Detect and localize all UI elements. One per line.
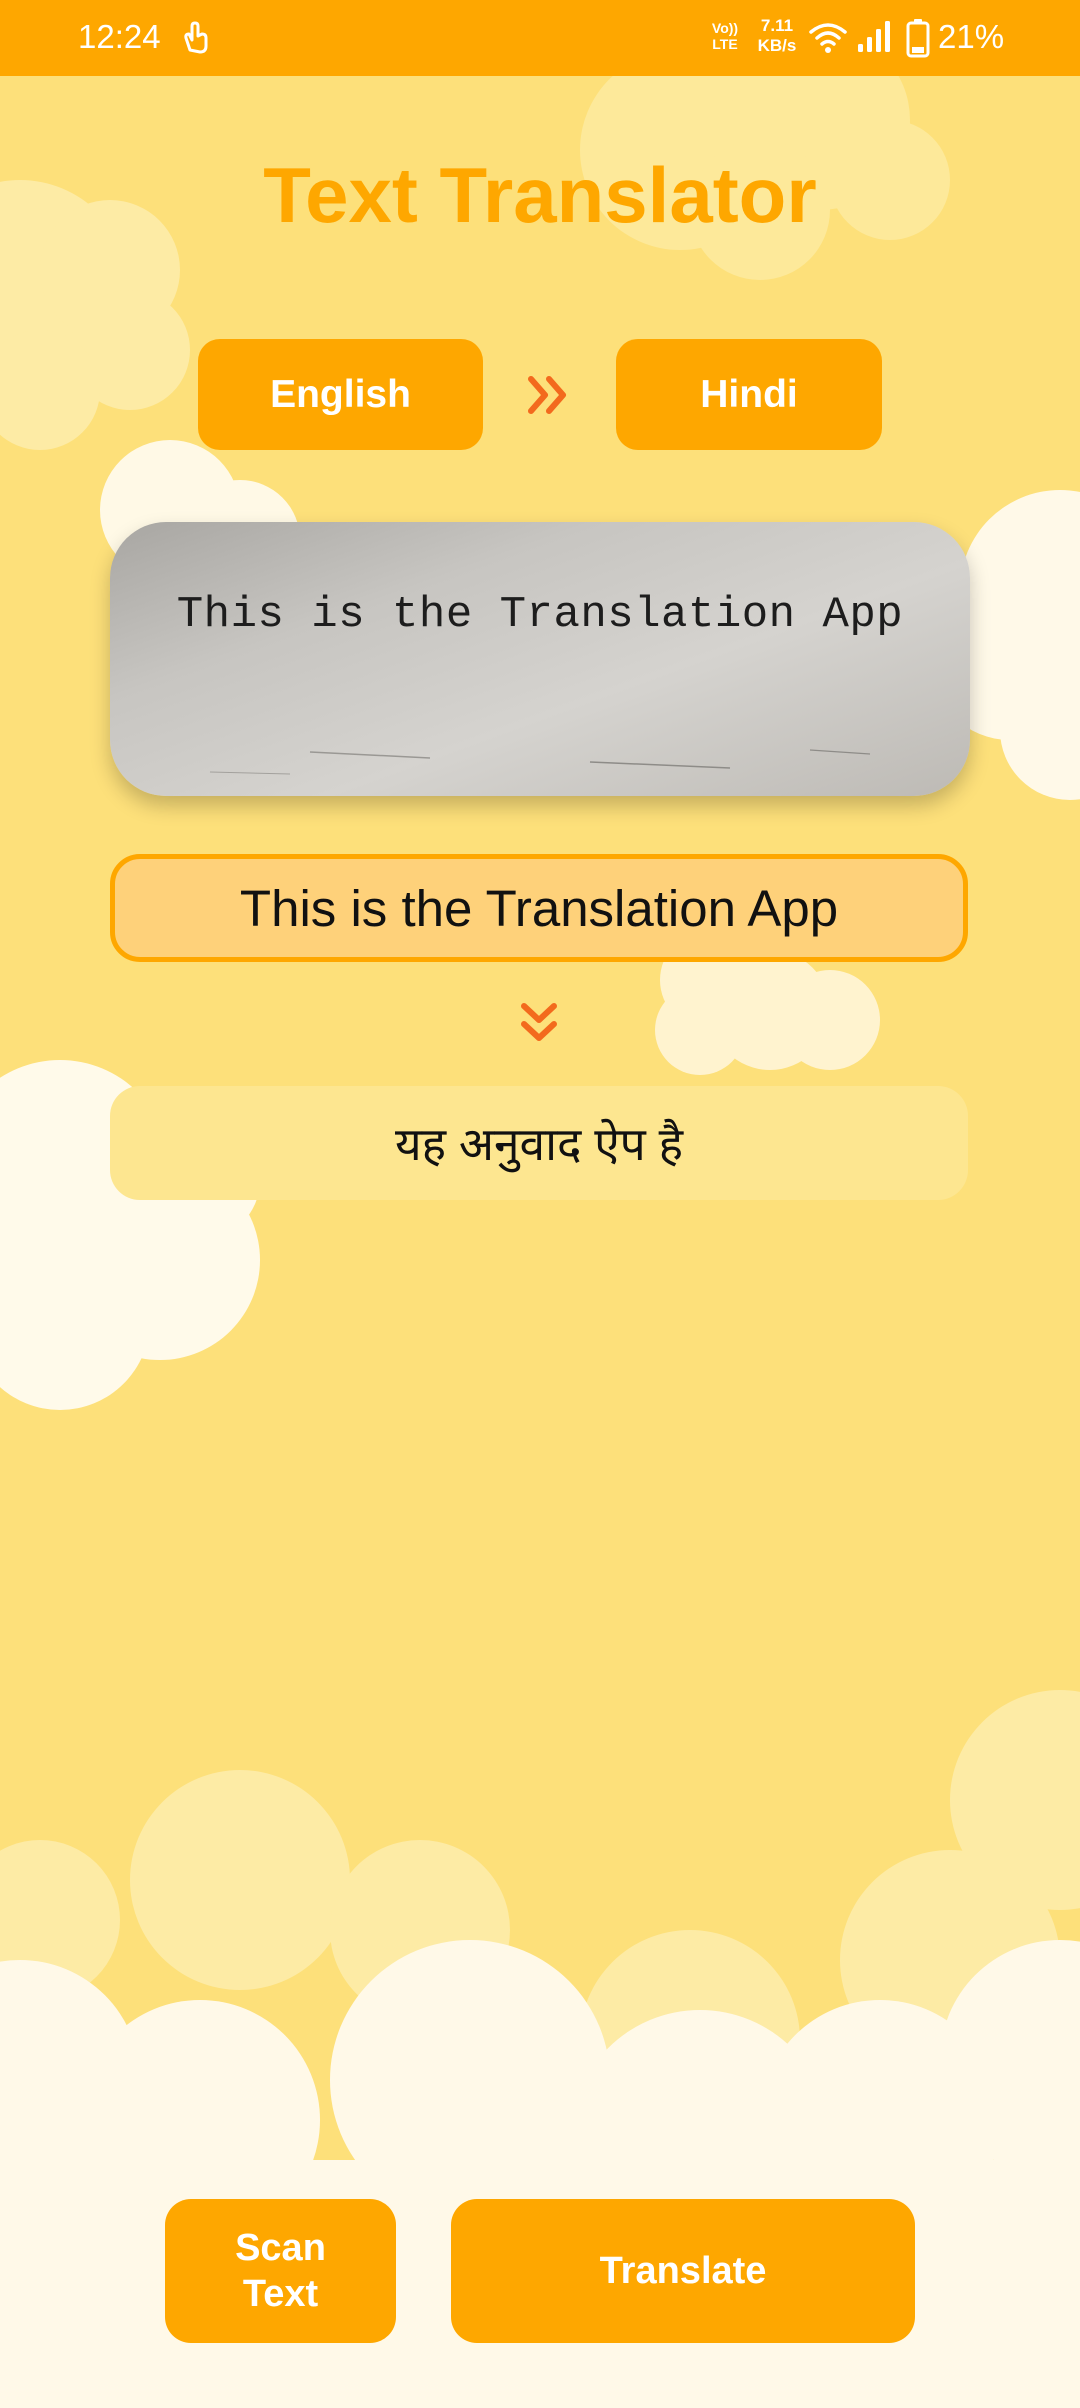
net-speed: 7.11 KB/s (752, 16, 802, 56)
battery-icon (906, 19, 930, 58)
paper-texture (209, 749, 871, 775)
wifi-icon (809, 23, 847, 53)
page-title: Text Translator (263, 151, 817, 239)
recognized-text-field[interactable]: This is the Translation App (110, 854, 968, 962)
scan-text-button[interactable]: Scan Text (165, 2199, 396, 2343)
signal-icon (858, 21, 890, 52)
net-speed-unit: KB/s (757, 36, 797, 55)
double-chevron-right-icon (528, 376, 566, 414)
target-language-button[interactable]: Hindi (616, 339, 882, 450)
scan-text-label: Scan Text (235, 2227, 326, 2315)
status-bar: 12:24 Vo)) LTE 7.11 KB/s 21% (0, 0, 1080, 76)
battery-percent: 21% (938, 18, 1005, 55)
gesture-icon (184, 21, 208, 54)
net-speed-value: 7.11 (760, 16, 794, 35)
double-chevron-down-icon (521, 1003, 557, 1041)
translated-text-field: यह अनुवाद ऐप है (110, 1086, 968, 1200)
scanned-image: This is the Translation App (110, 522, 970, 796)
translate-button[interactable]: Translate (451, 2199, 915, 2343)
volte-icon: Vo)) LTE (711, 20, 739, 52)
status-time: 12:24 (78, 18, 161, 55)
source-language-button[interactable]: English (198, 339, 483, 450)
translator-screen: Text Translator English Hindi This is th… (0, 0, 1080, 2408)
scanned-image-text: This is the Translation App (176, 590, 904, 640)
